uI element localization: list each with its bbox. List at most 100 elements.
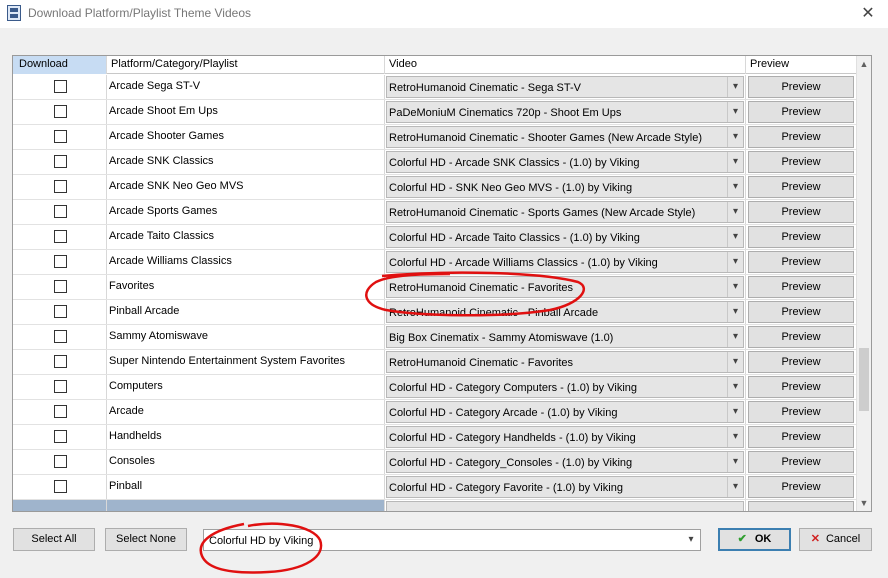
- preview-button[interactable]: Preview: [748, 476, 854, 498]
- video-select[interactable]: Colorful HD - Category Computers - (1.0)…: [386, 376, 744, 398]
- video-select[interactable]: Big Box Cinematix - Sammy Atomiswave (1.…: [386, 326, 744, 348]
- download-checkbox[interactable]: [54, 230, 67, 243]
- download-cell: [13, 425, 107, 449]
- scroll-down-icon[interactable]: ▼: [857, 495, 871, 511]
- preview-button[interactable]: Preview: [748, 76, 854, 98]
- video-select[interactable]: Colorful HD - Category_Consoles - (1.0) …: [386, 451, 744, 473]
- preview-button[interactable]: Preview: [748, 201, 854, 223]
- video-select[interactable]: RetroHumanoid Cinematic - Favorites ▾: [386, 276, 744, 298]
- table-row: Sammy Atomiswave Big Box Cinematix - Samm…: [13, 325, 858, 350]
- film-icon: [7, 5, 21, 21]
- table-row: Arcade Sega ST-V RetroHumanoid Cinematic …: [13, 75, 858, 100]
- theme-select[interactable]: Colorful HD by Viking ▾: [203, 529, 701, 551]
- preview-button[interactable]: Preview: [748, 176, 854, 198]
- download-checkbox[interactable]: [54, 405, 67, 418]
- download-checkbox[interactable]: [54, 80, 67, 93]
- chevron-down-icon[interactable]: ▾: [727, 277, 743, 297]
- chevron-down-icon[interactable]: ▾: [727, 252, 743, 272]
- cancel-button[interactable]: ✕ Cancel: [799, 528, 872, 551]
- chevron-down-icon[interactable]: ▾: [727, 452, 743, 472]
- download-checkbox[interactable]: [54, 180, 67, 193]
- video-select[interactable]: Colorful HD - Arcade SNK Classics - (1.0…: [386, 151, 744, 173]
- preview-button[interactable]: Preview: [748, 351, 854, 373]
- chevron-down-icon[interactable]: ▾: [727, 127, 743, 147]
- preview-button[interactable]: Preview: [748, 376, 854, 398]
- preview-cell: Preview: [746, 300, 858, 324]
- chevron-down-icon[interactable]: ▾: [727, 152, 743, 172]
- download-checkbox[interactable]: [54, 280, 67, 293]
- download-checkbox[interactable]: [54, 255, 67, 268]
- download-checkbox[interactable]: [54, 355, 67, 368]
- video-select[interactable]: [386, 501, 744, 511]
- download-checkbox[interactable]: [54, 480, 67, 493]
- video-select[interactable]: RetroHumanoid Cinematic - Favorites ▾: [386, 351, 744, 373]
- preview-button[interactable]: Preview: [748, 426, 854, 448]
- vertical-scrollbar[interactable]: ▲ ▼: [856, 56, 871, 511]
- column-header-video[interactable]: Video: [385, 56, 746, 74]
- video-select[interactable]: RetroHumanoid Cinematic - Shooter Games …: [386, 126, 744, 148]
- preview-button[interactable]: Preview: [748, 101, 854, 123]
- select-none-button[interactable]: Select None: [105, 528, 187, 551]
- scroll-up-icon[interactable]: ▲: [857, 56, 871, 72]
- video-select[interactable]: Colorful HD - Category Favorite - (1.0) …: [386, 476, 744, 498]
- chevron-down-icon[interactable]: ▾: [727, 177, 743, 197]
- video-select[interactable]: Colorful HD - Category Handhelds - (1.0)…: [386, 426, 744, 448]
- download-checkbox[interactable]: [54, 205, 67, 218]
- column-header-download[interactable]: Download: [13, 56, 107, 74]
- download-checkbox[interactable]: [54, 305, 67, 318]
- preview-button[interactable]: Preview: [748, 226, 854, 248]
- chevron-down-icon[interactable]: ▾: [727, 77, 743, 97]
- ok-button[interactable]: ✔ OK: [718, 528, 791, 551]
- video-cell: Colorful HD - SNK Neo Geo MVS - (1.0) by…: [385, 175, 746, 199]
- download-checkbox[interactable]: [54, 330, 67, 343]
- chevron-down-icon[interactable]: ▾: [684, 530, 698, 550]
- preview-button[interactable]: Preview: [748, 326, 854, 348]
- preview-button[interactable]: Preview: [748, 401, 854, 423]
- table-row: Computers Colorful HD - Category Computer…: [13, 375, 858, 400]
- preview-button[interactable]: Preview: [748, 301, 854, 323]
- download-checkbox[interactable]: [54, 380, 67, 393]
- preview-cell: Preview: [746, 150, 858, 174]
- table-row: Pinball Arcade RetroHumanoid Cinematic - …: [13, 300, 858, 325]
- scroll-thumb[interactable]: [859, 348, 869, 411]
- platform-name: Favorites: [109, 280, 155, 292]
- video-select[interactable]: RetroHumanoid Cinematic - Pinball Arcade…: [386, 301, 744, 323]
- chevron-down-icon[interactable]: ▾: [727, 327, 743, 347]
- close-icon[interactable]: ✕: [858, 3, 878, 23]
- chevron-down-icon[interactable]: ▾: [727, 227, 743, 247]
- preview-button[interactable]: Preview: [748, 151, 854, 173]
- preview-button[interactable]: Preview: [748, 126, 854, 148]
- download-checkbox[interactable]: [54, 130, 67, 143]
- chevron-down-icon[interactable]: ▾: [727, 402, 743, 422]
- download-checkbox[interactable]: [54, 430, 67, 443]
- chevron-down-icon[interactable]: ▾: [727, 202, 743, 222]
- chevron-down-icon[interactable]: ▾: [727, 377, 743, 397]
- video-select[interactable]: RetroHumanoid Cinematic - Sega ST-V ▾: [386, 76, 744, 98]
- download-checkbox[interactable]: [54, 105, 67, 118]
- video-select-value: RetroHumanoid Cinematic - Favorites: [389, 357, 574, 369]
- column-header-platform[interactable]: Platform/Category/Playlist: [107, 56, 385, 74]
- chevron-down-icon[interactable]: ▾: [727, 102, 743, 122]
- preview-button[interactable]: Preview: [748, 276, 854, 298]
- table-row: Super Nintendo Entertainment System Favo…: [13, 350, 858, 375]
- video-select[interactable]: Colorful HD - Arcade Taito Classics - (1…: [386, 226, 744, 248]
- video-select[interactable]: Colorful HD - Arcade Williams Classics -…: [386, 251, 744, 273]
- chevron-down-icon[interactable]: ▾: [727, 302, 743, 322]
- chevron-down-icon[interactable]: ▾: [727, 477, 743, 497]
- theme-select-value: Colorful HD by Viking: [209, 535, 314, 547]
- chevron-down-icon[interactable]: ▾: [727, 352, 743, 372]
- download-cell: [13, 400, 107, 424]
- video-select[interactable]: RetroHumanoid Cinematic - Sports Games (…: [386, 201, 744, 223]
- preview-button[interactable]: Preview: [748, 451, 854, 473]
- video-select[interactable]: PaDeMoniuM Cinematics 720p - Shoot Em Up…: [386, 101, 744, 123]
- preview-button[interactable]: [748, 501, 854, 511]
- preview-button[interactable]: Preview: [748, 251, 854, 273]
- video-select[interactable]: Colorful HD - SNK Neo Geo MVS - (1.0) by…: [386, 176, 744, 198]
- download-checkbox[interactable]: [54, 155, 67, 168]
- download-cell: [13, 150, 107, 174]
- video-select[interactable]: Colorful HD - Category Arcade - (1.0) by…: [386, 401, 744, 423]
- chevron-down-icon[interactable]: ▾: [727, 427, 743, 447]
- download-checkbox[interactable]: [54, 455, 67, 468]
- column-header-preview[interactable]: Preview: [746, 56, 858, 74]
- select-all-button[interactable]: Select All: [13, 528, 95, 551]
